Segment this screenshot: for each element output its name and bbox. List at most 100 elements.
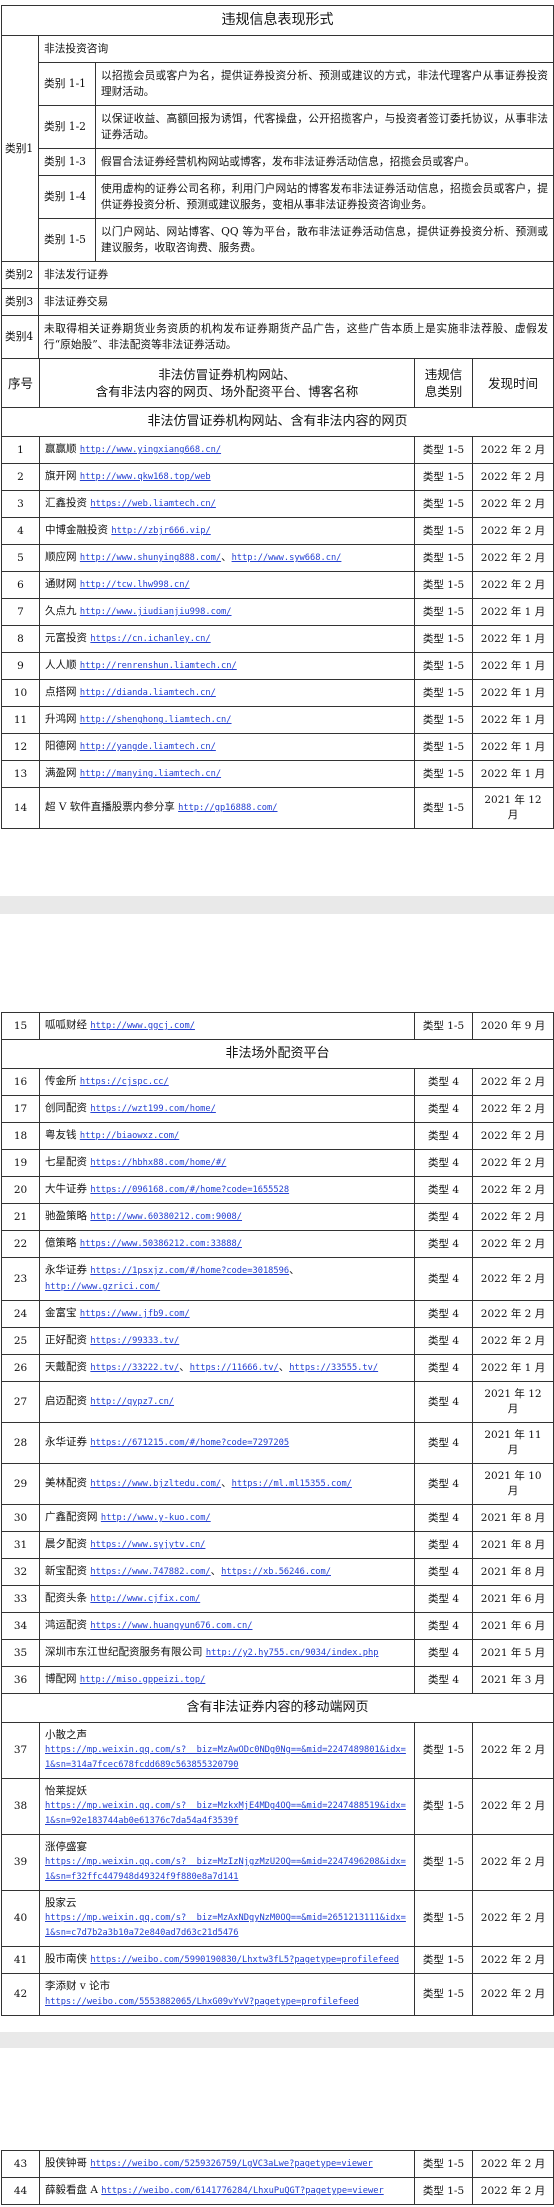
site-link[interactable]: https://cn.ichanley.cn/ [90,632,210,647]
site-link[interactable]: http://manying.liamtech.cn/ [80,767,221,782]
site-link[interactable]: https://33555.tv/ [289,1361,378,1376]
violation-category: 类型 1-5 [414,436,473,464]
table-row: 20 大牛证券 https://096168.com/#/home?code=16… [1,1176,554,1204]
link-separator: 、 [210,1565,222,1577]
site-name: 通财网 [45,578,77,590]
section-row: 非法场外配资平台 [1,1039,554,1069]
link-separator: 、 [289,1264,300,1276]
site-link[interactable]: http://www.qkw168.top/web [80,470,211,485]
site-link[interactable]: https://mp.weixin.qq.com/s?__biz=MzAxNDg… [45,1911,409,1941]
site-link[interactable]: https://hbhx88.com/home/#/ [90,1156,226,1171]
site-link[interactable]: https://weibo.com/6141776284/LhxuPuQGT?p… [101,2184,383,2199]
site-link[interactable]: https://cjspc.cc/ [80,1075,169,1090]
category-heading: 非法投资咨询 [38,35,554,63]
site-link[interactable]: http://tcw.lhw998.cn/ [80,578,190,593]
row-number: 15 [1,1012,40,1040]
site-name: 新宝配资 [45,1565,87,1577]
site-cell: 中博金融投资 http://zbjr666.vip/ [39,517,415,545]
table-row: 28 永华证券 https://671215.com/#/home?code=72… [1,1422,554,1464]
site-link[interactable]: http://www.gzrici.com/ [45,1280,160,1295]
discovery-date: 2022 年 1 月 [472,706,554,734]
site-link[interactable]: http://yangde.liamtech.cn/ [80,740,216,755]
violation-category: 类型 4 [414,1558,473,1586]
site-cell: 七星配资 https://hbhx88.com/home/#/ [39,1149,415,1177]
table-row: 7 久点九 http://www.jiudianjiu998.com/类型 1-5… [1,598,554,626]
site-link[interactable]: https://www.bjzltedu.com/ [90,1477,221,1492]
site-link[interactable]: https://www.syjytv.cn/ [90,1538,205,1553]
site-link[interactable]: http://www.ggcj.com/ [90,1019,195,1034]
violation-category: 类型 1-5 [414,652,473,680]
site-link[interactable]: http://biaowxz.com/ [80,1129,179,1144]
site-cell: 正好配资 https://99333.tv/ [39,1327,415,1355]
row-number: 20 [1,1176,40,1204]
site-name: 鸿运配资 [45,1619,87,1631]
site-link[interactable]: https://www.huangyun676.com.cn/ [90,1619,252,1634]
table-row: 21 驰盈策略 http://www.60380212.com:9008/类型 4… [1,1203,554,1231]
site-link[interactable]: http://gp16888.com/ [178,801,277,816]
site-link[interactable]: https://wzt199.com/home/ [90,1102,216,1117]
site-link[interactable]: https://www.50386212.com:33888/ [80,1237,242,1252]
violation-category: 类型 1-5 [414,2177,473,2205]
discovery-date: 2022 年 2 月 [472,1230,554,1258]
site-link[interactable]: https://weibo.com/5990190830/Lhxtw3fL5?p… [90,1953,399,1968]
site-link[interactable]: http://www.jiudianjiu998.com/ [80,605,232,620]
violation-category: 类型 1-5 [414,760,473,788]
site-cell: 天戴配资 https://33222.tv/、https://11666.tv/… [39,1354,415,1382]
site-name: 涨停盛宴 [45,1841,87,1853]
site-link[interactable]: https://1psxjz.com/#/home?code=3018596 [90,1264,289,1279]
site-link[interactable]: https://mp.weixin.qq.com/s?__biz=MzAwODc… [45,1743,409,1773]
site-cell: 启迈配资 http://qypz7.cn/ [39,1381,415,1423]
site-link[interactable]: https://mp.weixin.qq.com/s?__biz=MzkxMjE… [45,1799,409,1829]
site-link[interactable]: https://ml.ml15355.com/ [232,1477,352,1492]
site-link[interactable]: https://671215.com/#/home?code=7297205 [90,1436,289,1451]
site-link[interactable]: https://mp.weixin.qq.com/s?__biz=MzIzNjg… [45,1855,409,1885]
site-link[interactable]: https://weibo.com/5259326759/LgVC3aLwe?p… [90,2157,372,2172]
site-link[interactable]: https://99333.tv/ [90,1334,179,1349]
site-link[interactable]: https://096168.com/#/home?code=1655528 [90,1183,289,1198]
site-cell: 汇鑫投资 https://web.liamtech.cn/ [39,490,415,518]
category-code: 类别 1-4 [38,175,96,219]
site-link[interactable]: http://dianda.liamtech.cn/ [80,686,216,701]
site-link[interactable]: http://www.60380212.com:9008/ [90,1210,242,1225]
site-link[interactable]: http://renrenshun.liamtech.cn/ [80,659,237,674]
site-link[interactable]: http://shenghong.liamtech.cn/ [80,713,232,728]
site-link[interactable]: http://www.yingxiang668.cn/ [80,443,221,458]
site-cell: 元富投资 https://cn.ichanley.cn/ [39,625,415,653]
row-number: 37 [1,1722,40,1779]
illegal-sites-table: 15 呱呱财经 http://www.ggcj.com/类型 1-5 2020 年 … [1,1012,554,2016]
site-link[interactable]: http://www.syw668.cn/ [232,551,342,566]
site-link[interactable]: https://web.liamtech.cn/ [90,497,216,512]
violation-category: 类型 1-5 [414,571,473,599]
row-number: 24 [1,1300,40,1328]
site-link[interactable]: http://y2.hy755.cn/9034/index.php [206,1646,379,1661]
discovery-date: 2022 年 2 月 [472,490,554,518]
discovery-date: 2022 年 2 月 [472,1778,554,1835]
violation-category: 类型 4 [414,1666,473,1694]
section-title: 含有非法证券内容的移动端网页 [1,1693,554,1723]
site-name: 传金所 [45,1075,77,1087]
site-link[interactable]: http://www.y-kuo.com/ [101,1511,211,1526]
table-row: 44 薛毅看盘 A https://weibo.com/6141776284/Lh… [1,2177,554,2205]
site-link[interactable]: https://weibo.com/5553882065/LhxG09vYvV?… [45,1995,359,2010]
violation-category: 类型 4 [414,1463,473,1505]
table-row: 24 金富宝 https://www.jfb9.com/类型 4 2022 年 2 … [1,1300,554,1328]
table-header-row: 序号 非法仿冒证券机构网站、 含有非法内容的网页、场外配资平台、博客名称 违规信… [1,358,554,408]
discovery-date: 2022 年 2 月 [472,1300,554,1328]
site-link[interactable]: https://www.jfb9.com/ [80,1307,190,1322]
table-row: 29 美林配资 https://www.bjzltedu.com/、https:/… [1,1463,554,1505]
site-link[interactable]: http://www.shunying888.com/ [80,551,221,566]
row-number: 43 [1,2150,40,2178]
site-link[interactable]: http://zbjr666.vip/ [111,524,210,539]
site-link[interactable]: http://www.cjfix.com/ [90,1592,200,1607]
site-link[interactable]: https://www.747882.com/ [90,1565,210,1580]
violation-category: 类型 4 [414,1585,473,1613]
table-row: 22 億策略 https://www.50386212.com:33888/类型 … [1,1230,554,1258]
site-name: 美林配资 [45,1477,87,1489]
site-link[interactable]: http://miso.gppeizi.top/ [80,1673,206,1688]
site-name: 久点九 [45,605,77,617]
site-link[interactable]: https://xb.56246.com/ [221,1565,331,1580]
site-link[interactable]: http://qypz7.cn/ [90,1395,174,1410]
site-link[interactable]: https://11666.tv/ [190,1361,279,1376]
table-row: 26 天戴配资 https://33222.tv/、https://11666.t… [1,1354,554,1382]
site-link[interactable]: https://33222.tv/ [90,1361,179,1376]
